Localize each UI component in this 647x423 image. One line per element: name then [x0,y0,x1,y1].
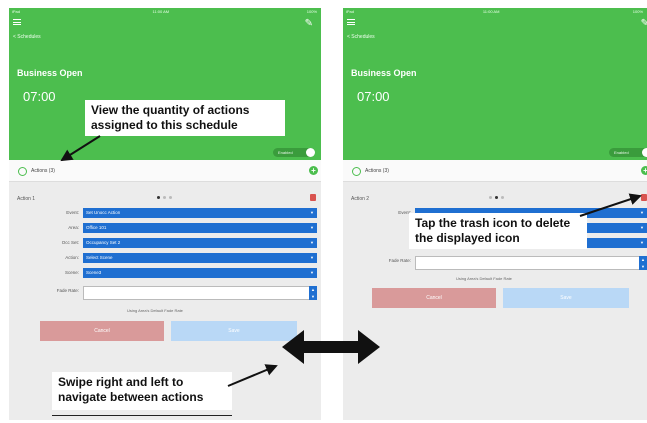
arrow-to-trash-icon [579,193,642,217]
double-arrow-icon [282,330,380,364]
annotation-arrows [60,135,642,387]
arrow-to-actions-count [60,135,101,162]
arrow-to-swipe-arrow [227,364,278,387]
